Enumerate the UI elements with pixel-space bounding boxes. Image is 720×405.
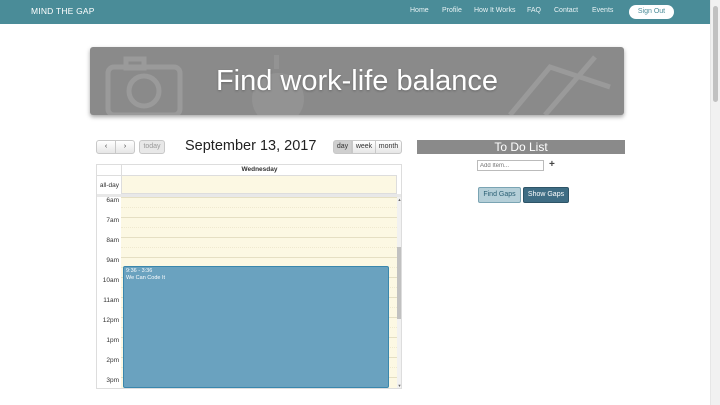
calendar-grid: Wednesday all-day 6am 7am 8am 9am 10am 1…: [96, 164, 402, 389]
nav-faq[interactable]: FAQ: [527, 7, 541, 14]
calendar-event[interactable]: 9:36 - 3:36 We Can Code It: [123, 266, 389, 388]
all-day-slot[interactable]: [121, 175, 397, 194]
today-button[interactable]: today: [139, 140, 165, 154]
calendar-title: September 13, 2017: [185, 138, 317, 154]
time-label-8am: 8am: [106, 237, 119, 244]
time-label-6am: 6am: [106, 197, 119, 204]
todo-title: To Do List: [417, 140, 625, 154]
hero-banner: Find work-life balance: [90, 47, 624, 115]
half-hour-line: [121, 247, 397, 248]
show-gaps-button[interactable]: Show Gaps: [523, 187, 569, 203]
find-gaps-button[interactable]: Find Gaps: [478, 187, 521, 203]
view-week-button[interactable]: week: [352, 140, 376, 154]
hour-line: [121, 217, 397, 218]
time-label-7am: 7am: [106, 217, 119, 224]
navbar: MIND THE GAP Home Profile How It Works F…: [0, 0, 710, 24]
next-button[interactable]: ›: [115, 140, 135, 154]
nav-events[interactable]: Events: [592, 7, 613, 14]
nav-contact[interactable]: Contact: [554, 7, 578, 14]
chevron-left-icon: ‹: [104, 143, 108, 150]
view-month-button[interactable]: month: [375, 140, 402, 154]
plus-icon[interactable]: +: [549, 159, 555, 171]
time-label-11am: 11am: [103, 297, 119, 304]
hour-line: [121, 257, 397, 258]
time-label-9am: 9am: [106, 257, 119, 264]
page-scrollbar-thumb[interactable]: [713, 6, 718, 102]
time-label-1pm: 1pm: [106, 337, 119, 344]
prev-button[interactable]: ‹: [96, 140, 116, 154]
day-header: Wednesday: [121, 165, 397, 175]
hour-line: [121, 197, 397, 198]
time-label-10am: 10am: [102, 277, 119, 284]
half-hour-line: [121, 207, 397, 208]
half-hour-line: [121, 227, 397, 228]
chevron-right-icon: ›: [123, 143, 127, 150]
time-label-2pm: 2pm: [106, 357, 119, 364]
brand-logo[interactable]: MIND THE GAP: [31, 6, 95, 16]
time-label-3pm: 3pm: [106, 377, 119, 384]
time-label-12pm: 12pm: [102, 317, 119, 324]
event-title: We Can Code It: [126, 274, 166, 281]
nav-profile[interactable]: Profile: [442, 7, 462, 14]
page-scrollbar[interactable]: [710, 0, 720, 405]
nav-home[interactable]: Home: [410, 7, 429, 14]
view-day-button[interactable]: day: [333, 140, 352, 154]
all-day-label: all-day: [97, 175, 121, 194]
banner-title: Find work-life balance: [215, 65, 499, 97]
nav-how-it-works[interactable]: How It Works: [474, 7, 516, 14]
scroll-down-icon[interactable]: ▼: [397, 383, 401, 388]
calendar-scrollbar-thumb[interactable]: [397, 247, 401, 319]
sign-out-button[interactable]: Sign Out: [629, 5, 674, 19]
scroll-up-icon[interactable]: ▲: [397, 197, 401, 202]
hour-line: [121, 237, 397, 238]
todo-input[interactable]: [477, 160, 544, 171]
calendar-scrollbar[interactable]: ▲ ▼: [397, 197, 401, 388]
